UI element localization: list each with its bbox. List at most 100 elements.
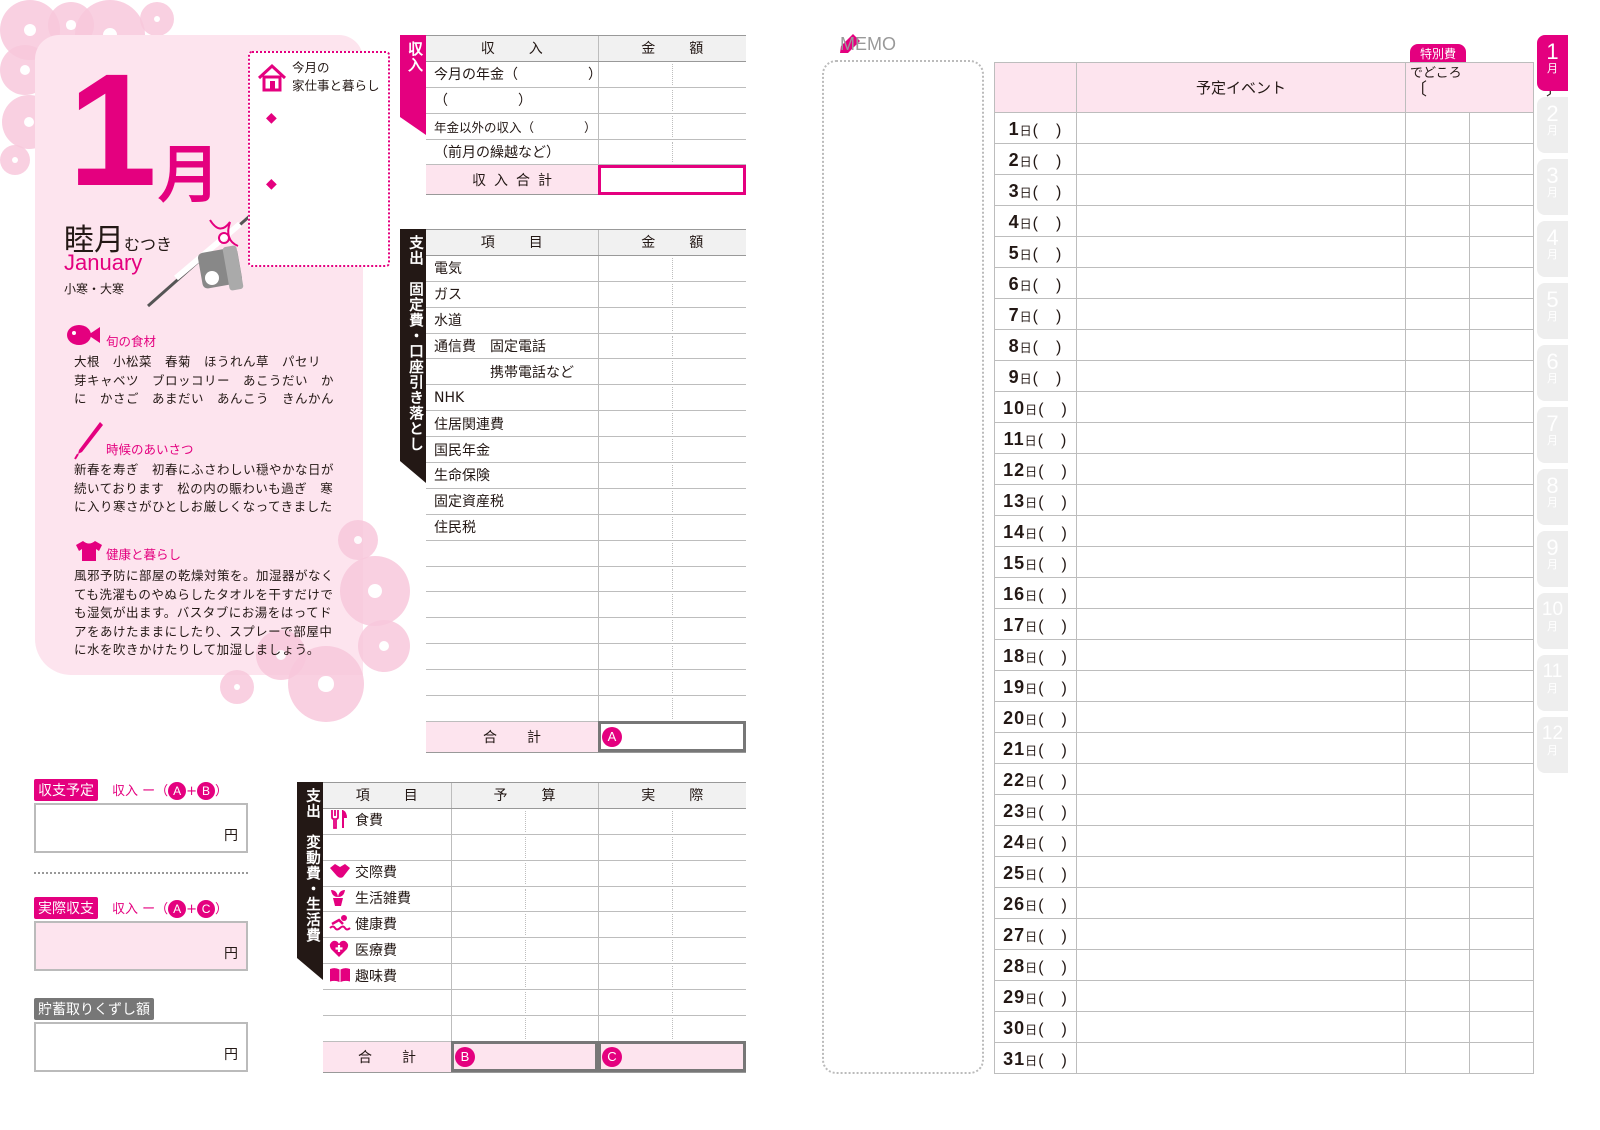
calendar-special-amount-cell[interactable] [1469,1042,1534,1074]
fixed-expense-amount[interactable] [597,358,746,386]
calendar-event-cell[interactable] [1076,701,1406,733]
calendar-special-source-cell[interactable] [1405,763,1470,795]
memo-area[interactable] [822,60,984,1074]
calendar-event-cell[interactable] [1076,546,1406,578]
calendar-special-source-cell[interactable] [1405,980,1470,1012]
month-tab-3[interactable]: 3月 [1537,159,1568,215]
calendar-special-source-cell[interactable] [1405,422,1470,454]
calendar-special-amount-cell[interactable] [1469,577,1534,609]
calendar-special-source-cell[interactable] [1405,391,1470,423]
calendar-special-amount-cell[interactable] [1469,949,1534,981]
calendar-special-amount-cell[interactable] [1469,608,1534,640]
variable-actual-cell[interactable] [597,1015,746,1042]
variable-budget-cell[interactable] [450,1015,598,1042]
income-amount-cell[interactable] [597,139,746,166]
calendar-special-source-cell[interactable] [1405,949,1470,981]
calendar-event-cell[interactable] [1076,732,1406,764]
fixed-expense-amount[interactable] [597,617,746,645]
fixed-expense-amount[interactable] [597,591,746,619]
fixed-expense-amount[interactable] [597,540,746,567]
calendar-special-amount-cell[interactable] [1469,112,1534,144]
fixed-expense-amount[interactable] [597,307,746,334]
calendar-special-source-cell[interactable] [1405,298,1470,330]
calendar-special-amount-cell[interactable] [1469,267,1534,299]
fixed-expense-amount[interactable] [597,384,746,412]
calendar-special-source-cell[interactable] [1405,918,1470,950]
fixed-expense-amount[interactable] [597,255,746,282]
calendar-special-amount-cell[interactable] [1469,701,1534,733]
variable-total-budget[interactable]: B [451,1041,598,1073]
calendar-event-cell[interactable] [1076,267,1406,299]
calendar-special-amount-cell[interactable] [1469,918,1534,950]
calendar-special-source-cell[interactable] [1405,577,1470,609]
variable-budget-cell[interactable] [450,963,598,991]
calendar-special-source-cell[interactable] [1405,856,1470,888]
calendar-special-source-cell[interactable] [1405,701,1470,733]
variable-actual-cell[interactable] [597,808,746,835]
month-tab-2[interactable]: 2月 [1537,97,1568,153]
variable-actual-cell[interactable] [597,989,746,1017]
calendar-event-cell[interactable] [1076,577,1406,609]
calendar-special-source-cell[interactable] [1405,236,1470,268]
calendar-event-cell[interactable] [1076,391,1406,423]
variable-actual-cell[interactable] [597,963,746,991]
calendar-special-source-cell[interactable] [1405,143,1470,175]
calendar-special-amount-cell[interactable] [1469,391,1534,423]
calendar-special-source-cell[interactable] [1405,639,1470,671]
calendar-special-amount-cell[interactable] [1469,1011,1534,1043]
fixed-expense-amount[interactable] [597,281,746,308]
month-tab-4[interactable]: 4月 [1537,221,1568,277]
calendar-event-cell[interactable] [1076,360,1406,392]
income-amount-cell[interactable] [597,61,746,88]
variable-actual-cell[interactable] [597,911,746,939]
calendar-event-cell[interactable] [1076,794,1406,826]
month-tab-11[interactable]: 11 月 [1537,655,1568,711]
calendar-special-amount-cell[interactable] [1469,174,1534,206]
calendar-special-amount-cell[interactable] [1469,670,1534,702]
fixed-expense-amount[interactable] [597,669,746,697]
calendar-special-source-cell[interactable] [1405,267,1470,299]
calendar-special-source-cell[interactable] [1405,112,1470,144]
calendar-special-amount-cell[interactable] [1469,236,1534,268]
calendar-special-source-cell[interactable] [1405,887,1470,919]
calendar-event-cell[interactable] [1076,422,1406,454]
calendar-event-cell[interactable] [1076,670,1406,702]
calendar-special-source-cell[interactable] [1405,329,1470,361]
calendar-event-cell[interactable] [1076,763,1406,795]
fixed-expense-amount[interactable] [597,488,746,515]
month-tab-12[interactable]: 12 月 [1537,717,1568,773]
calendar-event-cell[interactable] [1076,1042,1406,1074]
calendar-special-amount-cell[interactable] [1469,360,1534,392]
calendar-special-amount-cell[interactable] [1469,546,1534,578]
calendar-special-amount-cell[interactable] [1469,856,1534,888]
calendar-special-source-cell[interactable] [1405,670,1470,702]
month-tab-10[interactable]: 10 月 [1537,593,1568,649]
calendar-special-source-cell[interactable] [1405,1042,1470,1074]
calendar-event-cell[interactable] [1076,329,1406,361]
calendar-event-cell[interactable] [1076,856,1406,888]
calendar-special-amount-cell[interactable] [1469,763,1534,795]
variable-total-actual[interactable]: C [598,1041,746,1073]
calendar-special-amount-cell[interactable] [1469,887,1534,919]
savings-withdrawal-field[interactable]: 円 [34,1022,248,1072]
fixed-expense-amount[interactable] [597,410,746,438]
calendar-event-cell[interactable] [1076,949,1406,981]
actual-balance-field[interactable]: 円 [34,921,248,971]
calendar-event-cell[interactable] [1076,639,1406,671]
variable-budget-cell[interactable] [450,886,598,913]
calendar-event-cell[interactable] [1076,887,1406,919]
calendar-special-amount-cell[interactable] [1469,639,1534,671]
variable-actual-cell[interactable] [597,860,746,887]
month-tab-7[interactable]: 7月 [1537,407,1568,463]
calendar-special-source-cell[interactable] [1405,608,1470,640]
calendar-special-source-cell[interactable] [1405,546,1470,578]
income-amount-cell[interactable] [597,87,746,114]
income-amount-cell[interactable] [597,113,746,140]
calendar-special-source-cell[interactable] [1405,794,1470,826]
calendar-special-amount-cell[interactable] [1469,422,1534,454]
variable-budget-cell[interactable] [450,911,598,939]
month-tab-1[interactable]: 1月 [1537,35,1568,91]
variable-actual-cell[interactable] [597,937,746,965]
variable-budget-cell[interactable] [450,834,598,861]
calendar-special-amount-cell[interactable] [1469,453,1534,485]
